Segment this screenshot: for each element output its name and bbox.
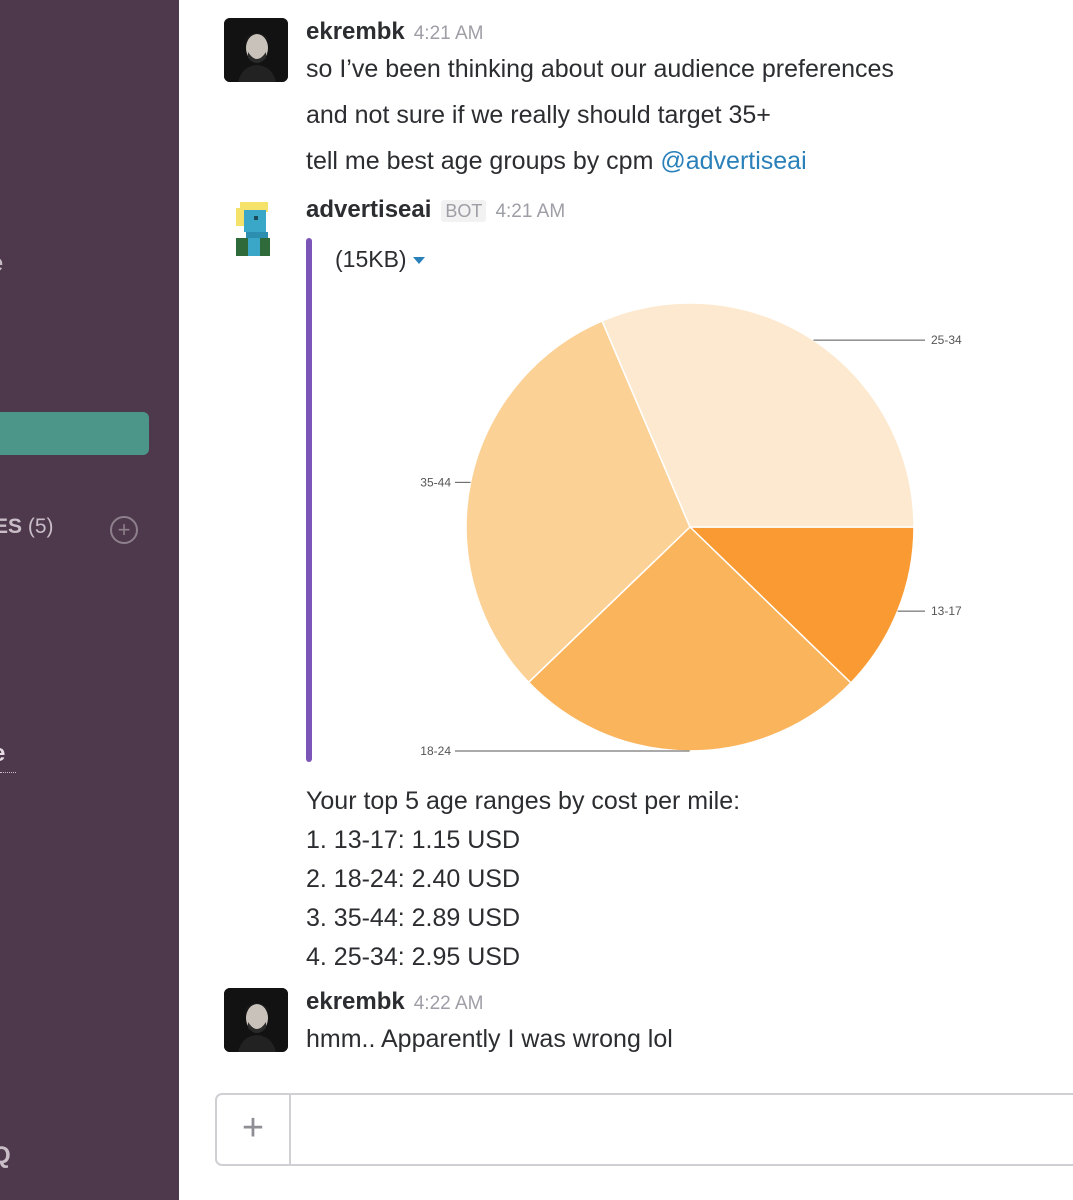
message-text: tell me best age groups by cpm @advertis…	[306, 147, 807, 175]
result-text: 4. 25-34: 2.95 USD	[306, 943, 521, 971]
section-label: ES	[0, 515, 23, 538]
user-avatar-icon	[224, 18, 288, 82]
sidebar-item-partial[interactable]: e	[0, 740, 5, 768]
avatar[interactable]	[224, 988, 288, 1052]
message-text: hmm.. Apparently I was wrong lol	[306, 1025, 673, 1053]
message-text: and not sure if we really should target …	[306, 101, 771, 129]
avatar[interactable]	[224, 18, 288, 82]
user-avatar-icon	[224, 988, 288, 1052]
message-timestamp[interactable]: 4:22 AM	[414, 993, 484, 1014]
caret-down-icon[interactable]	[412, 257, 425, 265]
message-timestamp[interactable]: 4:21 AM	[495, 201, 565, 222]
message-timestamp[interactable]: 4:21 AM	[414, 23, 484, 44]
result-text: 3. 35-44: 2.89 USD	[306, 904, 521, 932]
pie-chart: 13-17 18-24 35-44 25-34	[420, 302, 962, 758]
add-channel-icon[interactable]: +	[110, 516, 138, 544]
sidebar-active-item[interactable]	[0, 412, 149, 455]
message-text: so I’ve been thinking about our audience…	[306, 55, 894, 83]
result-text: 1. 13-17: 1.15 USD	[306, 826, 521, 854]
section-count: (5)	[27, 515, 54, 538]
mention-link[interactable]: @advertiseai	[660, 147, 806, 175]
attachment-bar	[306, 238, 312, 762]
message-author[interactable]: ekrembk 4:22 AM	[306, 988, 483, 1016]
message-input[interactable]: +	[215, 1093, 1073, 1166]
message-author[interactable]: advertiseai BOT 4:21 AM	[306, 196, 565, 224]
sidebar-item-partial[interactable]: e	[0, 250, 3, 278]
result-text: Your top 5 age ranges by cost per mile:	[306, 787, 741, 815]
pie-label: 25-34	[931, 333, 962, 347]
pie-label: 18-24	[420, 744, 451, 758]
sidebar: e t ES (5) + e Q	[0, 0, 179, 1200]
sidebar-bottom-item[interactable]: Q	[0, 1142, 11, 1170]
bot-avatar[interactable]	[224, 196, 288, 260]
bot-badge: BOT	[441, 200, 487, 222]
file-size-label: (15KB)	[335, 246, 407, 272]
robot-avatar-icon	[236, 202, 270, 256]
divider	[0, 772, 16, 773]
attachment-toggle[interactable]: (15KB)	[335, 246, 425, 273]
message-author[interactable]: ekrembk 4:21 AM	[306, 18, 483, 46]
pie-label: 13-17	[931, 604, 962, 618]
add-attachment-button[interactable]: +	[217, 1095, 291, 1164]
result-text: 2. 18-24: 2.40 USD	[306, 865, 521, 893]
pie-label: 35-44	[420, 475, 451, 489]
sidebar-section-header[interactable]: ES (5)	[0, 515, 54, 539]
